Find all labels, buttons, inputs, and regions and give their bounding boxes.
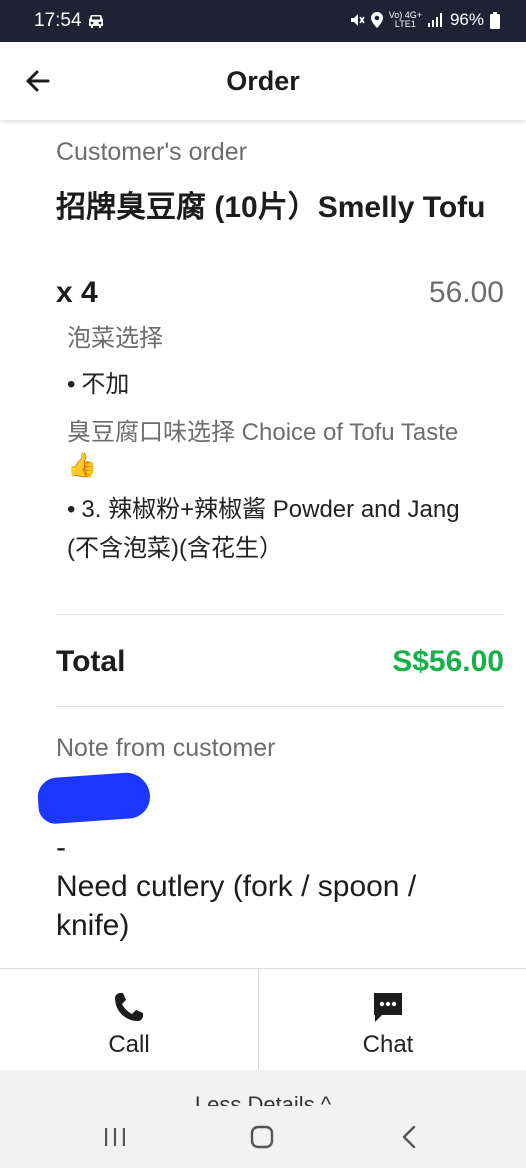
mute-icon [350, 14, 365, 26]
total-value: S$56.00 [392, 645, 504, 678]
system-nav-bar [0, 1106, 526, 1168]
recent-apps-icon[interactable] [100, 1124, 130, 1150]
item-quantity: x 4 [56, 276, 98, 309]
contact-action-bar: Call Chat [0, 968, 526, 1071]
option-value-taste: • 3. 辣椒粉+辣椒酱 Powder and Jang (不含泡菜)(含花生） [67, 490, 487, 568]
chat-bubble-icon [374, 993, 402, 1022]
home-icon[interactable] [247, 1124, 277, 1150]
total-label: Total [56, 645, 126, 678]
chat-button[interactable]: Chat [259, 969, 517, 1071]
call-label: Call [108, 1031, 150, 1058]
option-value-kimchi: • 不加 [67, 365, 487, 404]
item-price: 56.00 [428, 276, 504, 309]
bullet: • [67, 371, 76, 398]
note-line-dash: - [56, 831, 66, 864]
divider [56, 706, 504, 707]
status-bar: 17:54 Vo) 4G+ LTE1 96% [0, 0, 526, 42]
chat-label: Chat [362, 1031, 414, 1058]
note-label: Note from customer [56, 734, 276, 762]
redaction-mark [36, 771, 152, 825]
battery-icon [490, 11, 500, 29]
network-indicator: Vo) 4G+ LTE1 [389, 11, 422, 29]
option-value-text: 3. 辣椒粉+辣椒酱 Powder and Jang (不含泡菜)(含花生） [67, 496, 460, 562]
location-icon [370, 12, 383, 28]
car-icon [89, 15, 103, 28]
battery-percent: 96% [449, 10, 484, 29]
app-header: Order [0, 42, 526, 120]
network-bottom-label: LTE1 [394, 19, 416, 29]
option-value-text: 不加 [81, 371, 130, 398]
call-button[interactable]: Call [0, 969, 258, 1071]
customer-note: - Need cutlery (fork / spoon / knife) [56, 828, 496, 945]
bullet: • [67, 496, 76, 523]
status-time: 17:54 [34, 10, 82, 31]
phone-icon [115, 993, 143, 1021]
option-label-taste: 臭豆腐口味选择 Choice of Tofu Taste👍 [67, 419, 459, 479]
divider [56, 614, 504, 615]
note-line-text: Need cutlery (fork / spoon / knife) [56, 870, 417, 942]
item-name: 招牌臭豆腐 (10片）Smelly Tofu [56, 191, 486, 224]
page-title: Order [226, 66, 300, 96]
less-details-toggle[interactable]: Less Details ^ [0, 1070, 526, 1110]
signal-icon [427, 13, 442, 27]
option-label-kimchi: 泡菜选择 [67, 325, 163, 352]
customers-order-label: Customer's order [56, 138, 247, 166]
back-icon[interactable] [394, 1124, 424, 1150]
